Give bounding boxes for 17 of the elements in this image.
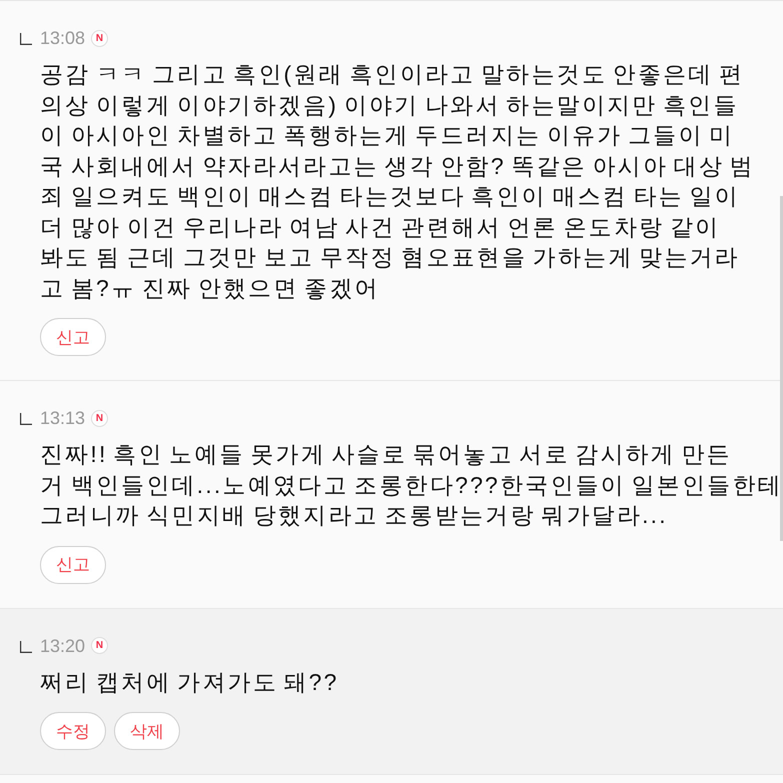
comment-action-button[interactable]: 삭제 bbox=[114, 712, 180, 750]
comment-time: 13:08 bbox=[40, 27, 86, 50]
comment-text: 쩌리 캡처에 가져가도 돼?? bbox=[40, 668, 340, 696]
comment-action-button[interactable]: 신고 bbox=[40, 318, 106, 356]
new-badge: N bbox=[91, 637, 108, 654]
reply-corner-icon bbox=[20, 33, 32, 45]
comment-time: 13:13 bbox=[40, 407, 86, 430]
scrollbar-thumb[interactable] bbox=[780, 196, 783, 541]
reply-corner-icon bbox=[20, 413, 32, 425]
comment-text: 진짜!! 흑인 노예들 못가게 사슬로 묶어놓고 서로 감시하게 만든 거 백인들인데...노예였다고 조롱한다???한국인들이 일본인들한테 그러니까 식민지배 당했지라고 조롱받는거랑 뭐가달라... bbox=[40, 440, 783, 530]
comment-text: 공감 ㅋㅋ 그리고 흑인(원래 흑인이라고 말하는것도 안좋은데 편 의상 이렇게 이야기하겠음) 이야기 나와서 하는말이지만 흑인들 이 아시아인 차별하고 폭행하는게 두드러지는 이유가 그들이 미 국 사회내에서 약자라서라고는 생각 안함? 똑같은 아시아 대상 범 죄 일으켜도 백인이 매스컴 타는것보다 흑인이 매스컴 타는 일이 더 많아 이건 우리나라 여남 사건 관련해서 언론 온도차랑 같이 봐도 됨 근데 그것만 보고 무작정 혐오표현을 가하는게 맞는거라 고 봄?ㅠ 진짜 안했으면 좋겠어 bbox=[40, 60, 756, 302]
comment-action-button[interactable]: 수정 bbox=[40, 712, 106, 750]
comment-time: 13:20 bbox=[40, 634, 86, 658]
new-badge: N bbox=[91, 410, 108, 426]
new-badge: N bbox=[91, 30, 108, 46]
reply-corner-icon bbox=[20, 640, 32, 652]
comment-action-button[interactable]: 신고 bbox=[40, 546, 106, 584]
